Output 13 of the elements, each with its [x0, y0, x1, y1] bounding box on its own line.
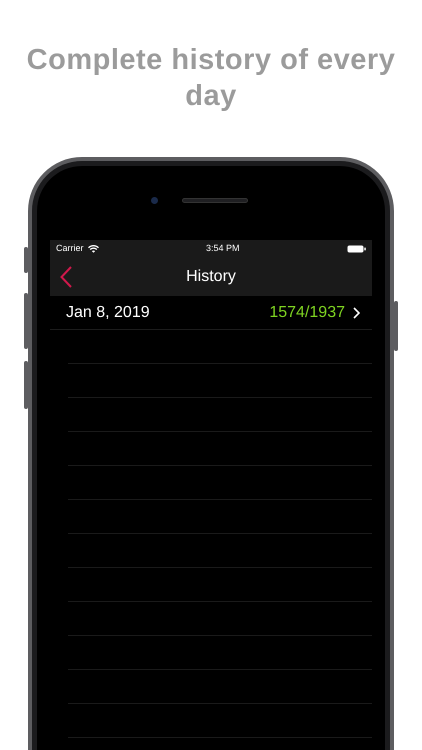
date-label: Jan 8, 2019 [66, 302, 150, 322]
count-label: 1574/1937 [269, 302, 345, 322]
back-chevron-icon[interactable] [60, 266, 72, 288]
camera-dot [150, 197, 158, 204]
carrier-label: Carrier [56, 242, 84, 256]
speaker-grille [182, 198, 248, 203]
nav-title: History [186, 267, 236, 287]
chevron-right-icon [353, 306, 360, 318]
history-row[interactable]: Jan 8, 2019 1574/1937 [50, 296, 372, 330]
status-time: 3:54 PM [206, 242, 240, 256]
wifi-icon [88, 245, 99, 253]
headline: Complete history of every day [26, 43, 396, 114]
battery-icon [346, 245, 366, 253]
